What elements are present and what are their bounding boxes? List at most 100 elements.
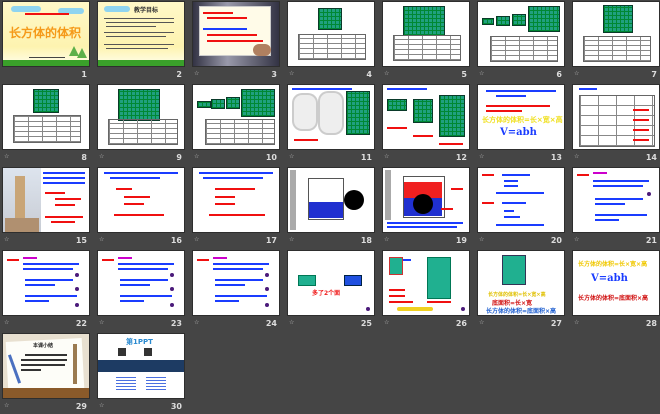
animation-star-icon[interactable]: ☆ — [194, 71, 201, 77]
slide-preview[interactable] — [478, 168, 564, 232]
slide-preview[interactable] — [383, 2, 469, 66]
slide-graphic — [25, 300, 49, 302]
slide-thumbnail-8[interactable]: ☆ 8 — [3, 85, 89, 165]
animation-star-icon[interactable]: ☆ — [4, 403, 11, 409]
slide-thumbnail-3[interactable]: ☆ 3 — [193, 2, 279, 82]
slide-graphic — [387, 127, 407, 129]
slide-graphic — [51, 221, 75, 223]
slide-preview[interactable] — [193, 2, 279, 66]
slide-preview[interactable] — [383, 251, 469, 315]
animation-star-icon[interactable]: ☆ — [99, 237, 106, 243]
slide-graphic — [482, 174, 494, 176]
slide-number: 20 — [550, 236, 562, 245]
slide-graphic — [170, 273, 174, 277]
slide-thumbnail-15[interactable]: ☆ 15 — [3, 168, 89, 248]
slide-thumbnail-25[interactable]: 多了2个面 ☆ 25 — [288, 251, 374, 331]
slide-preview[interactable] — [193, 168, 279, 232]
slide-thumbnail-7[interactable]: ☆ 7 — [573, 2, 659, 82]
slide-preview[interactable] — [383, 168, 469, 232]
slide-preview[interactable]: 多了2个面 — [288, 251, 374, 315]
animation-star-icon[interactable]: ☆ — [479, 237, 486, 243]
slide-thumbnail-20[interactable]: ☆ 20 — [478, 168, 564, 248]
slide-preview[interactable]: 第1PPT — [98, 334, 184, 398]
slide-preview[interactable] — [193, 251, 279, 315]
slide-graphic — [144, 348, 152, 356]
slide-thumbnail-6[interactable]: ☆ 6 — [478, 2, 564, 82]
slide-preview[interactable] — [193, 85, 279, 149]
slide-thumbnail-26[interactable]: ☆ 26 — [383, 251, 469, 331]
animation-star-icon[interactable]: ☆ — [574, 154, 581, 160]
slide-thumbnail-11[interactable]: ☆ 11 — [288, 85, 374, 165]
slide-thumbnail-9[interactable]: ☆ 9 — [98, 85, 184, 165]
animation-star-icon[interactable]: ☆ — [384, 71, 391, 77]
slide-thumbnail-19[interactable]: ☆ 19 — [383, 168, 469, 248]
slide-preview[interactable] — [98, 85, 184, 149]
slide-thumbnail-27[interactable]: 长方体的体积=长×宽×高 底面积=长×宽 长方体的体积=底面积×高 ☆ 27 — [478, 251, 564, 331]
slide-text-1: 长方体的体积=长×宽×高 — [578, 261, 648, 268]
slide-preview[interactable] — [288, 168, 374, 232]
slide-preview[interactable] — [573, 168, 659, 232]
slide-thumbnail-29[interactable]: 本课小结 ☆ 29 — [3, 334, 89, 414]
slide-thumbnail-13[interactable]: 长方体的体积=长×宽×高 V=abh ☆ 13 — [478, 85, 564, 165]
animation-star-icon[interactable]: ☆ — [194, 237, 201, 243]
animation-star-icon[interactable]: ☆ — [289, 320, 296, 326]
slide-thumbnail-24[interactable]: ☆ 24 — [193, 251, 279, 331]
slide-preview[interactable]: 长方体的体积 — [3, 2, 89, 66]
slide-thumbnail-21[interactable]: ☆ 21 — [573, 168, 659, 248]
slide-preview[interactable] — [98, 168, 184, 232]
animation-star-icon[interactable]: ☆ — [99, 320, 106, 326]
slide-thumbnail-30[interactable]: 第1PPT ☆ 30 — [98, 334, 184, 414]
slide-preview[interactable]: 长方体的体积=长×宽×高 底面积=长×宽 长方体的体积=底面积×高 — [478, 251, 564, 315]
slide-preview[interactable] — [3, 251, 89, 315]
slide-preview[interactable] — [288, 85, 374, 149]
animation-star-icon[interactable]: ☆ — [574, 320, 581, 326]
slide-preview[interactable]: 长方体的体积=长×宽×高 V=abh 长方体的体积=底面积×高 — [573, 251, 659, 315]
slide-graphic — [114, 214, 164, 216]
animation-star-icon[interactable]: ☆ — [4, 154, 11, 160]
slide-preview[interactable]: 本课小结 — [3, 334, 89, 398]
animation-star-icon[interactable]: ☆ — [384, 237, 391, 243]
animation-star-icon[interactable]: ☆ — [194, 154, 201, 160]
animation-star-icon[interactable]: ☆ — [4, 320, 11, 326]
slide-thumbnail-17[interactable]: ☆ 17 — [193, 168, 279, 248]
slide-thumbnail-5[interactable]: ☆ 5 — [383, 2, 469, 82]
animation-star-icon[interactable]: ☆ — [289, 237, 296, 243]
slide-thumbnail-12[interactable]: ☆ 12 — [383, 85, 469, 165]
animation-star-icon[interactable]: ☆ — [479, 320, 486, 326]
slide-preview[interactable]: 长方体的体积=长×宽×高 V=abh — [478, 85, 564, 149]
slide-thumbnail-28[interactable]: 长方体的体积=长×宽×高 V=abh 长方体的体积=底面积×高 ☆ 28 — [573, 251, 659, 331]
slide-number: 3 — [271, 70, 277, 79]
slide-thumbnail-22[interactable]: ☆ 22 — [3, 251, 89, 331]
animation-star-icon[interactable]: ☆ — [574, 71, 581, 77]
slide-preview[interactable]: 教学目标 — [98, 2, 184, 66]
animation-star-icon[interactable]: ☆ — [479, 71, 486, 77]
animation-star-icon[interactable]: ☆ — [289, 71, 296, 77]
slide-thumbnail-18[interactable]: ☆ 18 — [288, 168, 374, 248]
slide-thumbnail-10[interactable]: ☆ 10 — [193, 85, 279, 165]
slide-graphic — [118, 263, 174, 265]
animation-star-icon[interactable]: ☆ — [479, 154, 486, 160]
slide-thumbnail-1[interactable]: 长方体的体积 1 — [3, 2, 89, 82]
animation-star-icon[interactable]: ☆ — [289, 154, 296, 160]
animation-star-icon[interactable]: ☆ — [384, 320, 391, 326]
animation-star-icon[interactable]: ☆ — [99, 403, 106, 409]
slide-thumbnail-23[interactable]: ☆ 23 — [98, 251, 184, 331]
slide-preview[interactable] — [573, 2, 659, 66]
slide-graphic — [403, 6, 445, 36]
animation-star-icon[interactable]: ☆ — [384, 154, 391, 160]
animation-star-icon[interactable]: ☆ — [4, 237, 11, 243]
slide-thumbnail-4[interactable]: ☆ 4 — [288, 2, 374, 82]
slide-preview[interactable] — [288, 2, 374, 66]
slide-thumbnail-16[interactable]: ☆ 16 — [98, 168, 184, 248]
slide-preview[interactable] — [3, 168, 89, 232]
slide-preview[interactable] — [98, 251, 184, 315]
animation-star-icon[interactable]: ☆ — [194, 320, 201, 326]
slide-preview[interactable] — [573, 85, 659, 149]
slide-thumbnail-2[interactable]: 教学目标 2 — [98, 2, 184, 82]
slide-thumbnail-14[interactable]: ☆ 14 — [573, 85, 659, 165]
animation-star-icon[interactable]: ☆ — [99, 154, 106, 160]
slide-preview[interactable] — [3, 85, 89, 149]
slide-preview[interactable] — [478, 2, 564, 66]
slide-preview[interactable] — [383, 85, 469, 149]
animation-star-icon[interactable]: ☆ — [574, 237, 581, 243]
